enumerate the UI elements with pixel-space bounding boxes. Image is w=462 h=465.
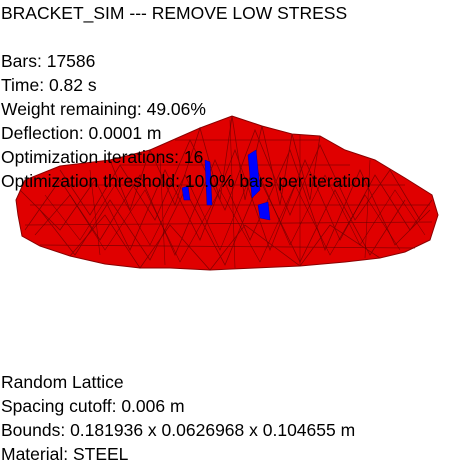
elapsed-time: Time: 0.82 s <box>1 75 97 95</box>
stress-bar-center-lower <box>257 201 271 221</box>
optimization-iterations: Optimization iterations: 16 <box>1 147 204 167</box>
deflection-value: Deflection: 0.0001 m <box>1 123 162 143</box>
optimization-threshold: Optimization threshold: 10.0% bars per i… <box>1 171 371 191</box>
bounds-dimensions: Bounds: 0.181936 x 0.0626968 x 0.104655 … <box>1 420 356 440</box>
simulation-title: BRACKET_SIM --- REMOVE LOW STRESS <box>1 3 348 23</box>
material-type: Material: STEEL <box>1 444 129 464</box>
spacing-cutoff: Spacing cutoff: 0.006 m <box>1 396 185 416</box>
bars-count: Bars: 17586 <box>1 51 96 71</box>
lattice-type: Random Lattice <box>1 372 124 392</box>
weight-remaining: Weight remaining: 49.06% <box>1 99 206 119</box>
